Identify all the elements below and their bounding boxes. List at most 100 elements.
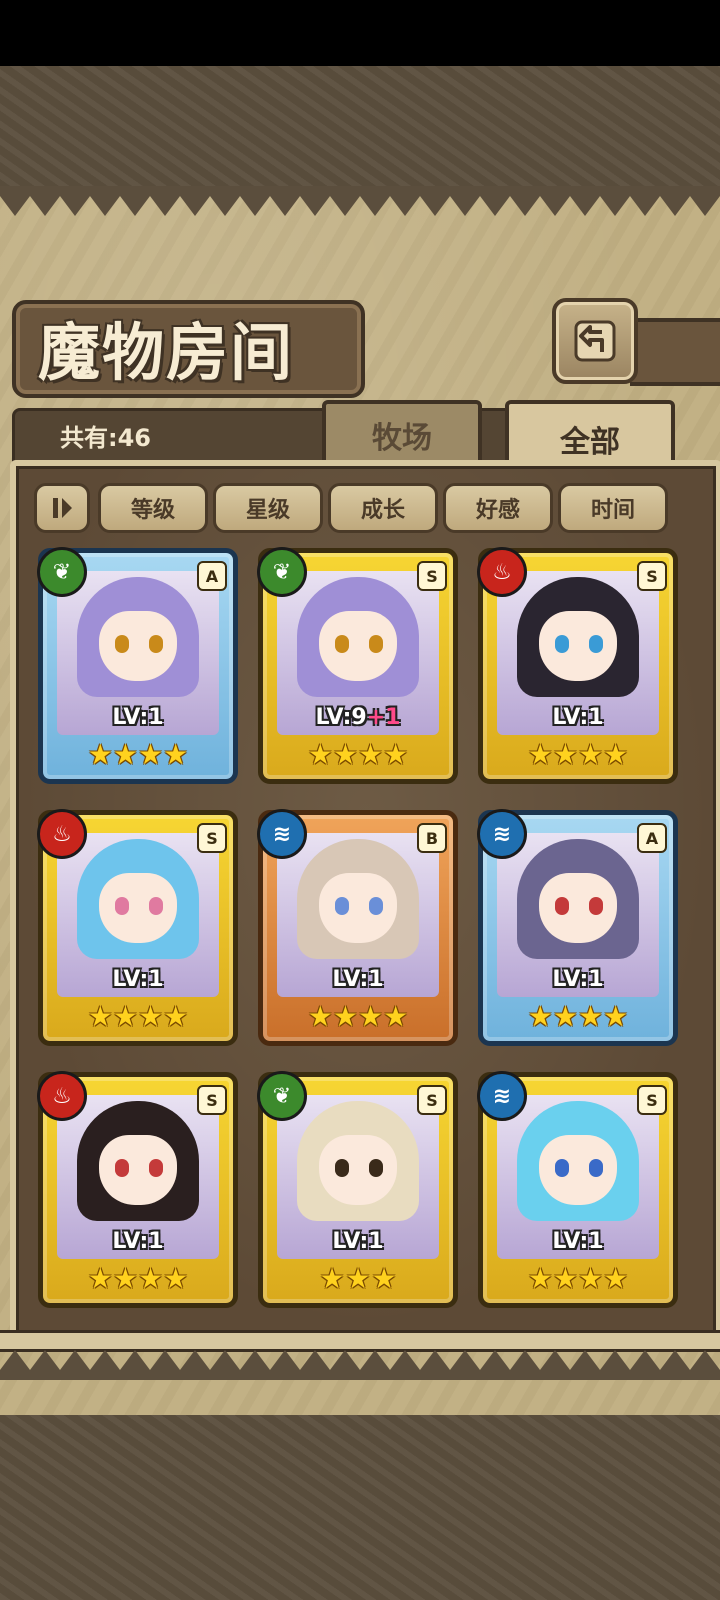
bottom-zigzag-border (0, 1350, 720, 1380)
star-rating: ★ ★ ★ (308, 1263, 408, 1297)
level-text: LV:1 (112, 967, 164, 992)
monster-card[interactable]: A ≋ LV:1 ★ ★ ★ ★ (477, 809, 678, 1046)
star-icon: ★ (578, 1262, 604, 1295)
level-text: LV:1 (112, 1229, 164, 1254)
star-icon: ★ (332, 1000, 358, 1033)
star-icon: ★ (138, 1262, 164, 1295)
monster-card[interactable]: S ≋ LV:1 ★ ★ ★ ★ (477, 1071, 678, 1308)
water-element-icon: ≋ (477, 809, 527, 859)
map-background-top (0, 66, 720, 196)
page-title: 魔物房间 (38, 316, 295, 389)
monster-eye (335, 1159, 349, 1177)
monster-eye (149, 1159, 163, 1177)
star-icon: ★ (358, 738, 384, 771)
star-icon: ★ (345, 1262, 371, 1295)
monster-face (319, 611, 397, 681)
star-icon: ★ (527, 1262, 553, 1295)
monster-card[interactable]: S ♨ LV:1 ★ ★ ★ ★ (37, 809, 238, 1046)
star-icon: ★ (603, 1262, 629, 1295)
grass-element-icon: ❦ (257, 547, 307, 597)
monster-level: LV:1 (43, 1229, 233, 1254)
monster-eye (589, 897, 603, 915)
star-icon: ★ (552, 1000, 578, 1033)
level-text: LV:1 (112, 705, 164, 730)
star-icon: ★ (358, 1000, 384, 1033)
star-icon: ★ (578, 1000, 604, 1033)
star-icon: ★ (332, 738, 358, 771)
star-icon: ★ (552, 738, 578, 771)
level-text: LV:1 (552, 705, 604, 730)
rank-badge: B (417, 823, 447, 853)
water-element-icon: ≋ (477, 1071, 527, 1121)
sort-time-button[interactable]: 时间 (558, 483, 668, 533)
monster-level: LV:1 (263, 967, 453, 992)
level-text: LV:1 (552, 1229, 604, 1254)
rank-badge: S (417, 1085, 447, 1115)
back-button[interactable] (552, 298, 638, 384)
monster-eye (115, 635, 129, 653)
sort-order-button[interactable] (34, 483, 90, 533)
monster-eye (115, 1159, 129, 1177)
monster-level: LV:1 (43, 967, 233, 992)
star-icon: ★ (383, 1000, 409, 1033)
monster-card[interactable]: S ❦ LV:1 ★ ★ ★ (257, 1071, 458, 1308)
rank-badge: S (197, 823, 227, 853)
monster-card[interactable]: S ♨ LV:1 ★ ★ ★ ★ (37, 1071, 238, 1308)
rank-badge: S (417, 561, 447, 591)
rank-badge: S (637, 1085, 667, 1115)
star-icon: ★ (603, 738, 629, 771)
star-icon: ★ (307, 1000, 333, 1033)
monster-card[interactable]: B ≋ LV:1 ★ ★ ★ ★ (257, 809, 458, 1046)
star-icon: ★ (383, 738, 409, 771)
monster-card[interactable]: S ❦ LV:9+1 ★ ★ ★ ★ (257, 547, 458, 784)
fire-element-icon: ♨ (37, 1071, 87, 1121)
monster-card[interactable]: S ♨ LV:1 ★ ★ ★ ★ (477, 547, 678, 784)
star-rating: ★ ★ ★ ★ (308, 1001, 408, 1035)
status-bar-area (0, 0, 720, 66)
star-icon: ★ (371, 1262, 397, 1295)
grass-element-icon: ❦ (37, 547, 87, 597)
star-rating: ★ ★ ★ ★ (308, 739, 408, 773)
monster-face (99, 611, 177, 681)
sort-order-icon (53, 498, 72, 518)
monster-face (539, 873, 617, 943)
star-icon: ★ (552, 1262, 578, 1295)
rank-badge: S (637, 561, 667, 591)
monster-face (539, 1135, 617, 1205)
star-icon: ★ (163, 1262, 189, 1295)
star-icon: ★ (163, 738, 189, 771)
level-plus: +1 (366, 705, 401, 730)
monster-face (99, 1135, 177, 1205)
monster-face (99, 873, 177, 943)
monster-card[interactable]: A ❦ LV:1 ★ ★ ★ ★ (37, 547, 238, 784)
sort-affection-button[interactable]: 好感 (443, 483, 553, 533)
star-icon: ★ (87, 1262, 113, 1295)
back-button-rail (630, 318, 720, 386)
rank-badge: A (637, 823, 667, 853)
star-icon: ★ (112, 1000, 138, 1033)
monster-eye (369, 635, 383, 653)
sort-level-button[interactable]: 等级 (98, 483, 208, 533)
fire-element-icon: ♨ (37, 809, 87, 859)
level-text: LV:9 (315, 705, 367, 730)
level-text: LV:1 (332, 967, 384, 992)
star-icon: ★ (163, 1000, 189, 1033)
monster-eye (115, 897, 129, 915)
monster-eye (555, 897, 569, 915)
sort-growth-button[interactable]: 成长 (328, 483, 438, 533)
star-icon: ★ (578, 738, 604, 771)
star-icon: ★ (112, 738, 138, 771)
monster-face (539, 611, 617, 681)
star-rating: ★ ★ ★ ★ (88, 1001, 188, 1035)
star-icon: ★ (527, 1000, 553, 1033)
star-icon: ★ (87, 1000, 113, 1033)
level-text: LV:1 (332, 1229, 384, 1254)
star-rating: ★ ★ ★ ★ (528, 739, 628, 773)
monster-level: LV:9+1 (263, 705, 453, 730)
sort-star-button[interactable]: 星级 (213, 483, 323, 533)
monster-eye (335, 897, 349, 915)
monster-level: LV:1 (483, 967, 673, 992)
monster-face (319, 1135, 397, 1205)
water-element-icon: ≋ (257, 809, 307, 859)
star-icon: ★ (307, 738, 333, 771)
